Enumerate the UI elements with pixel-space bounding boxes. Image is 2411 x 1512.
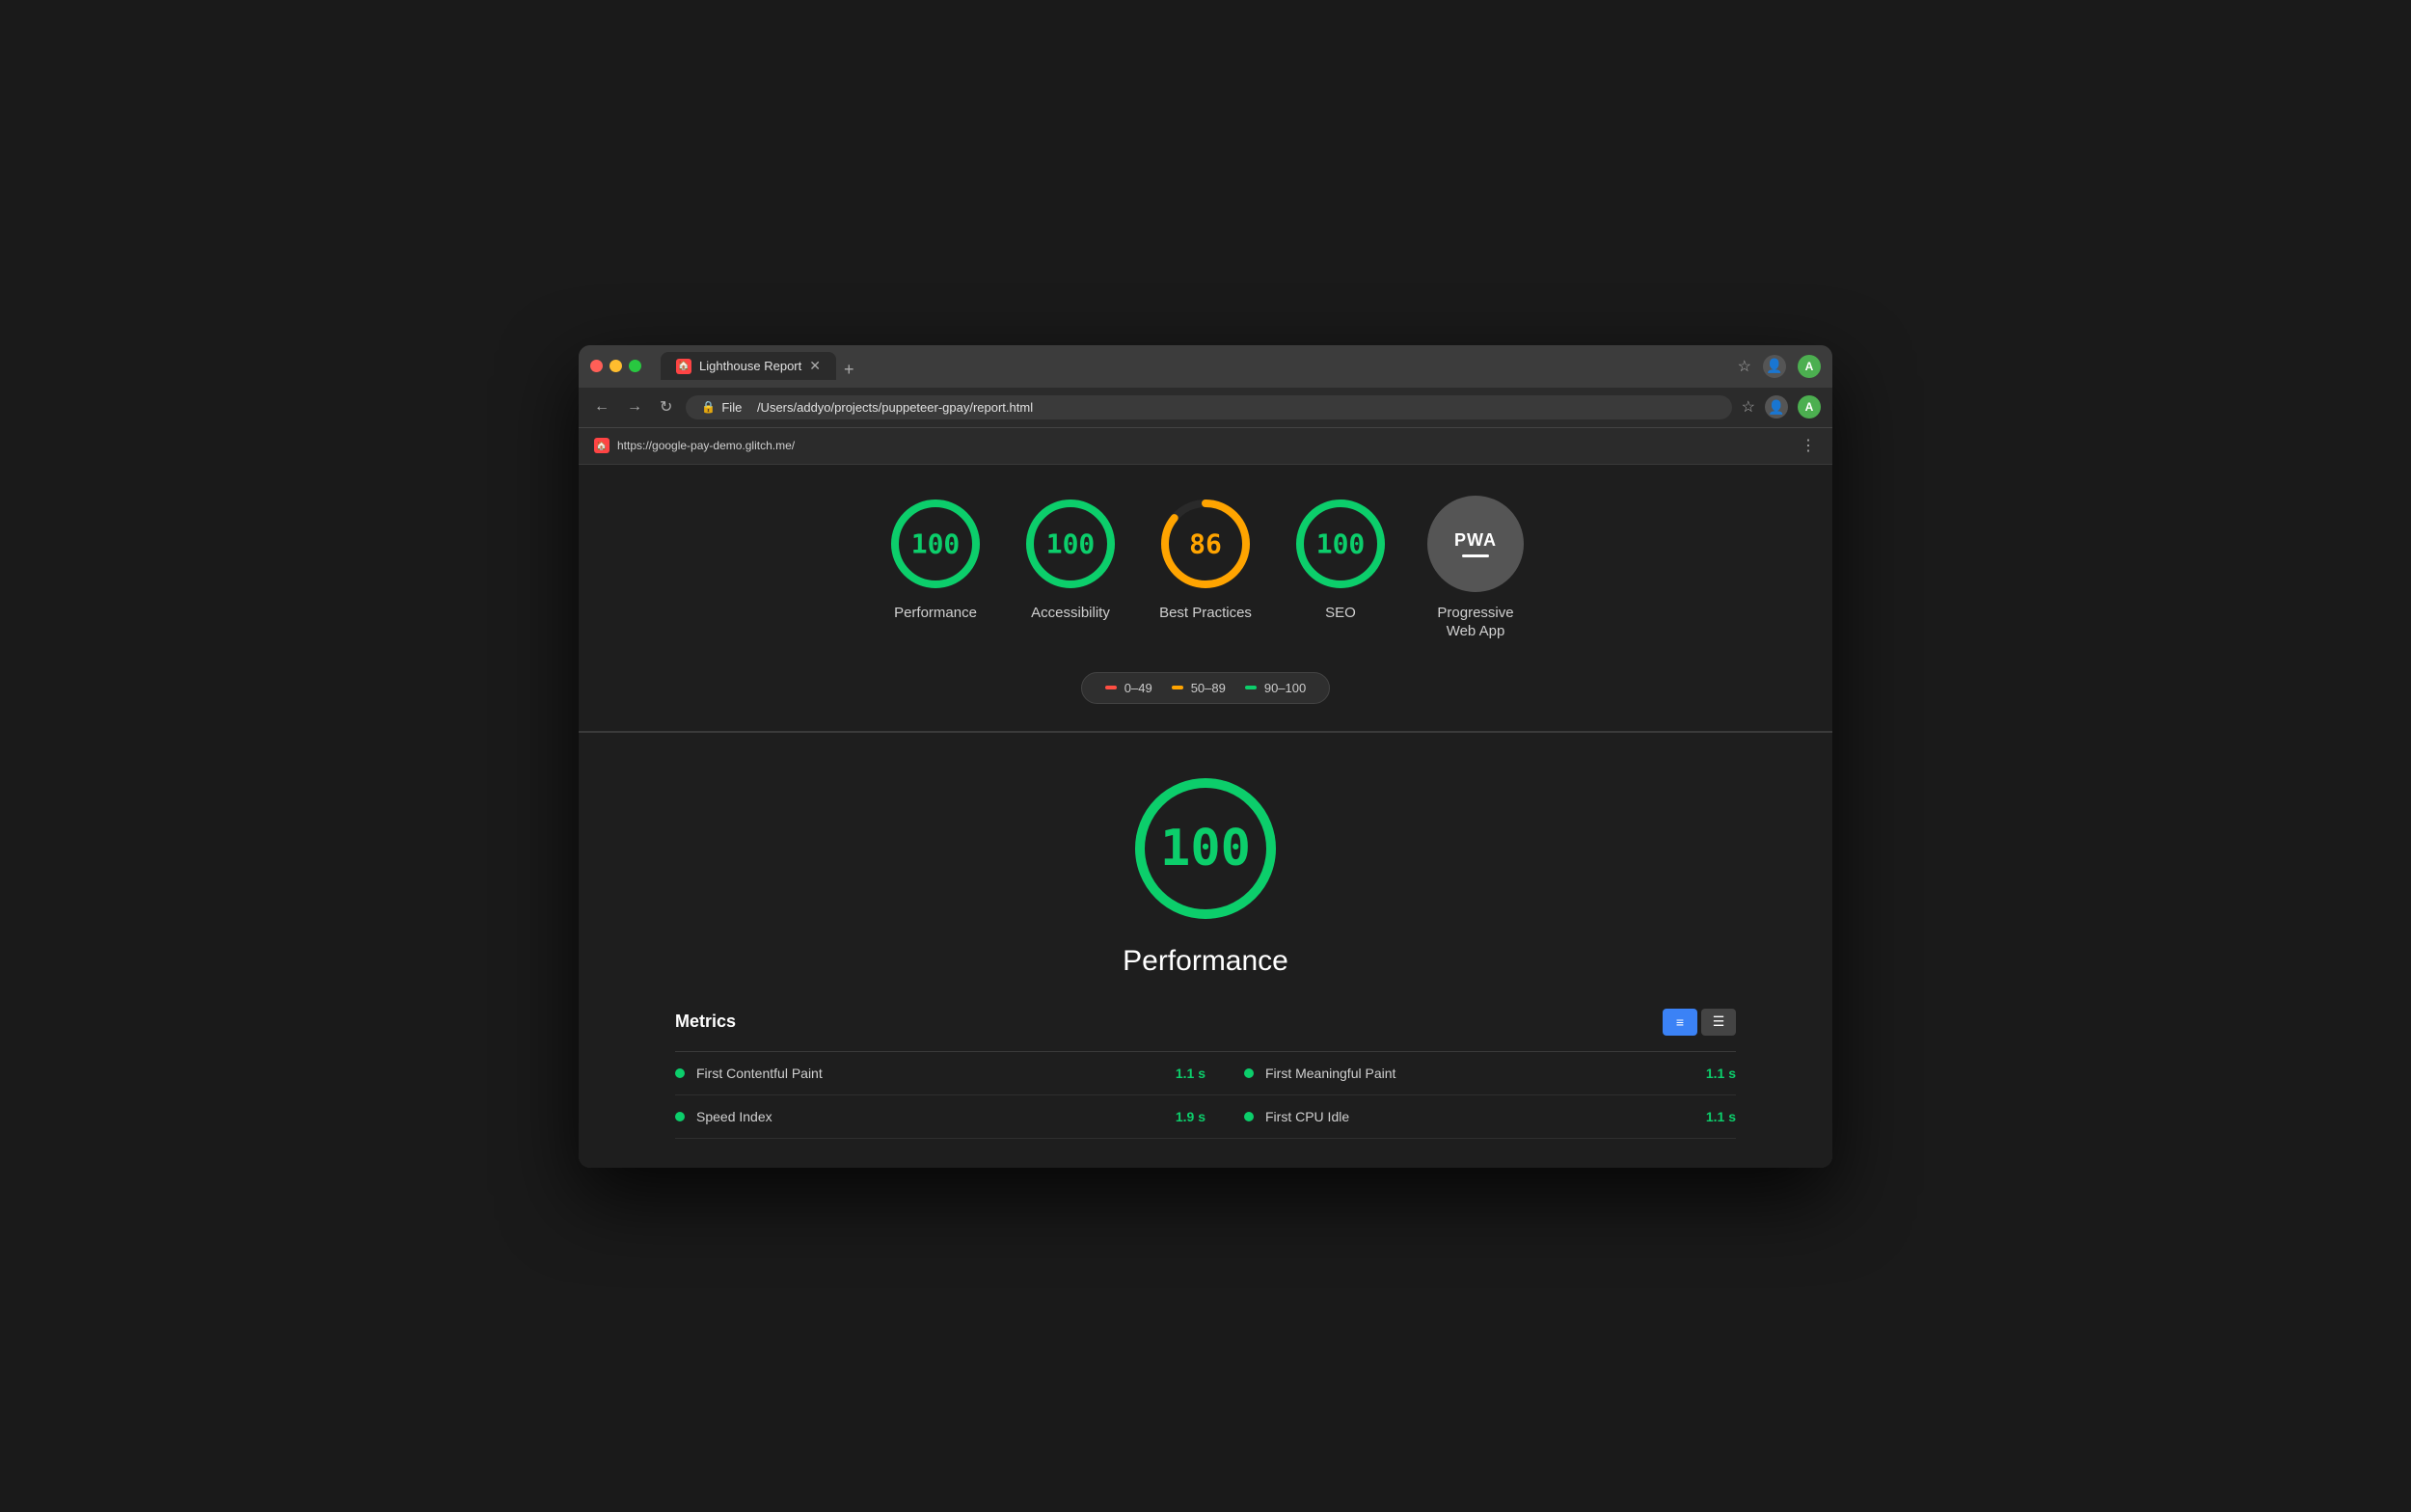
user-account-icon[interactable]: 👤 xyxy=(1763,355,1786,378)
toggle-table-view[interactable]: ≡ xyxy=(1663,1009,1697,1036)
metrics-header: Metrics ≡ ☰ xyxy=(675,1009,1736,1036)
accessibility-score: 100 xyxy=(1046,527,1096,559)
score-item-accessibility[interactable]: 100 Accessibility xyxy=(1022,496,1119,623)
detail-performance-circle: 100 xyxy=(1128,771,1283,926)
metric-name-si: Speed Index xyxy=(696,1109,1149,1124)
bookmark-icon[interactable]: ☆ xyxy=(1742,397,1755,417)
metric-dot-fcp xyxy=(675,1068,685,1078)
metrics-section: Metrics ≡ ☰ xyxy=(675,1009,1736,1139)
browser-window: 🏠 Lighthouse Report ✕ + ☆ 👤 A ← → ↻ 🔒 Fi… xyxy=(579,345,1832,1168)
metric-row-fcp: First Contentful Paint 1.1 s xyxy=(675,1052,1206,1095)
detail-section: 100 Performance Metrics ≡ ☰ xyxy=(579,733,1832,1168)
maximize-button[interactable] xyxy=(629,360,641,372)
legend-item-average: 50–89 xyxy=(1172,681,1226,695)
seo-label: SEO xyxy=(1325,604,1356,623)
account-circle-icon[interactable]: 👤 xyxy=(1765,395,1788,418)
tab-favicon: 🏠 xyxy=(676,359,691,374)
address-path: /Users/addyo/projects/puppeteer-gpay/rep… xyxy=(757,400,1033,415)
page-content: 100 Performance 100 Accessibility xyxy=(579,465,1832,1168)
close-button[interactable] xyxy=(590,360,603,372)
metrics-left-column: First Contentful Paint 1.1 s Speed Index… xyxy=(675,1052,1206,1139)
detail-performance-score: 100 xyxy=(1160,820,1251,878)
metric-row-fmp: First Meaningful Paint 1.1 s xyxy=(1206,1052,1736,1095)
tab-close-button[interactable]: ✕ xyxy=(809,358,821,374)
metrics-toggle: ≡ ☰ xyxy=(1663,1009,1736,1036)
legend-range-fail: 0–49 xyxy=(1124,681,1152,695)
score-item-best-practices[interactable]: 86 Best Practices xyxy=(1157,496,1254,623)
address-separator xyxy=(747,400,751,415)
title-bar: 🏠 Lighthouse Report ✕ + ☆ 👤 A xyxy=(579,345,1832,388)
seo-circle: 100 xyxy=(1292,496,1389,592)
back-button[interactable]: ← xyxy=(590,394,613,419)
address-input[interactable]: 🔒 File /Users/addyo/projects/puppeteer-g… xyxy=(686,395,1731,419)
pwa-circle: PWA xyxy=(1427,496,1524,592)
accessibility-label: Accessibility xyxy=(1031,604,1110,623)
profile-icon[interactable]: A xyxy=(1798,355,1821,378)
best-practices-score: 86 xyxy=(1189,527,1222,559)
metric-value-si: 1.9 s xyxy=(1176,1109,1206,1124)
metric-name-fcp: First Contentful Paint xyxy=(696,1066,1149,1081)
legend-item-pass: 90–100 xyxy=(1245,681,1306,695)
new-tab-button[interactable]: + xyxy=(844,360,854,380)
performance-label: Performance xyxy=(894,604,977,623)
pwa-label-text: PWA xyxy=(1454,530,1497,551)
address-bar: ← → ↻ 🔒 File /Users/addyo/projects/puppe… xyxy=(579,388,1832,428)
subtitle-bar: 🏠 https://google-pay-demo.glitch.me/ ⋮ xyxy=(579,428,1832,465)
security-icon: 🔒 xyxy=(701,400,716,414)
forward-button[interactable]: → xyxy=(623,394,646,419)
performance-score: 100 xyxy=(911,527,961,559)
metric-dot-fmp xyxy=(1244,1068,1254,1078)
chrome-profile-icon[interactable]: A xyxy=(1798,395,1821,418)
metric-value-fci: 1.1 s xyxy=(1706,1109,1736,1124)
active-tab[interactable]: 🏠 Lighthouse Report ✕ xyxy=(661,352,836,380)
metric-dot-si xyxy=(675,1112,685,1121)
legend-range-average: 50–89 xyxy=(1191,681,1226,695)
pwa-dash xyxy=(1462,554,1489,557)
subtitle-url: https://google-pay-demo.glitch.me/ xyxy=(617,439,795,452)
title-bar-icons: ☆ 👤 A xyxy=(1738,355,1821,378)
score-legend: 0–49 50–89 90–100 xyxy=(1081,672,1330,704)
metric-name-fci: First CPU Idle xyxy=(1265,1109,1679,1124)
subtitle-menu-button[interactable]: ⋮ xyxy=(1801,436,1817,455)
subtitle-favicon: 🏠 xyxy=(594,438,610,453)
pwa-label: Progressive Web App xyxy=(1437,604,1513,641)
address-right-icons: ☆ 👤 A xyxy=(1742,395,1821,418)
metric-row-fci: First CPU Idle 1.1 s xyxy=(1206,1095,1736,1139)
toggle-list-view[interactable]: ☰ xyxy=(1701,1009,1736,1036)
address-protocol: File xyxy=(721,400,742,415)
scores-section: 100 Performance 100 Accessibility xyxy=(579,465,1832,733)
minimize-button[interactable] xyxy=(610,360,622,372)
traffic-lights xyxy=(590,360,641,372)
detail-section-title: Performance xyxy=(1123,945,1288,978)
scores-row: 100 Performance 100 Accessibility xyxy=(887,496,1524,641)
legend-dot-red xyxy=(1105,686,1117,689)
star-icon[interactable]: ☆ xyxy=(1738,357,1751,376)
reload-button[interactable]: ↻ xyxy=(656,393,676,420)
seo-score: 100 xyxy=(1316,527,1366,559)
legend-item-fail: 0–49 xyxy=(1105,681,1152,695)
metrics-grid: First Contentful Paint 1.1 s Speed Index… xyxy=(675,1052,1736,1139)
metrics-right-column: First Meaningful Paint 1.1 s First CPU I… xyxy=(1206,1052,1736,1139)
legend-dot-orange xyxy=(1172,686,1183,689)
best-practices-circle: 86 xyxy=(1157,496,1254,592)
score-item-performance[interactable]: 100 Performance xyxy=(887,496,984,623)
table-icon: ≡ xyxy=(1676,1014,1684,1030)
metrics-title: Metrics xyxy=(675,1012,736,1032)
performance-circle: 100 xyxy=(887,496,984,592)
best-practices-label: Best Practices xyxy=(1159,604,1252,623)
metric-value-fmp: 1.1 s xyxy=(1706,1066,1736,1081)
legend-dot-green xyxy=(1245,686,1257,689)
metric-row-si: Speed Index 1.9 s xyxy=(675,1095,1206,1139)
metric-value-fcp: 1.1 s xyxy=(1176,1066,1206,1081)
tab-label: Lighthouse Report xyxy=(699,359,801,373)
legend-range-pass: 90–100 xyxy=(1264,681,1306,695)
score-item-seo[interactable]: 100 SEO xyxy=(1292,496,1389,623)
list-icon: ☰ xyxy=(1713,1013,1725,1030)
score-item-pwa[interactable]: PWA Progressive Web App xyxy=(1427,496,1524,641)
tabs-area: 🏠 Lighthouse Report ✕ + xyxy=(661,352,1730,380)
accessibility-circle: 100 xyxy=(1022,496,1119,592)
metric-dot-fci xyxy=(1244,1112,1254,1121)
metric-name-fmp: First Meaningful Paint xyxy=(1265,1066,1679,1081)
